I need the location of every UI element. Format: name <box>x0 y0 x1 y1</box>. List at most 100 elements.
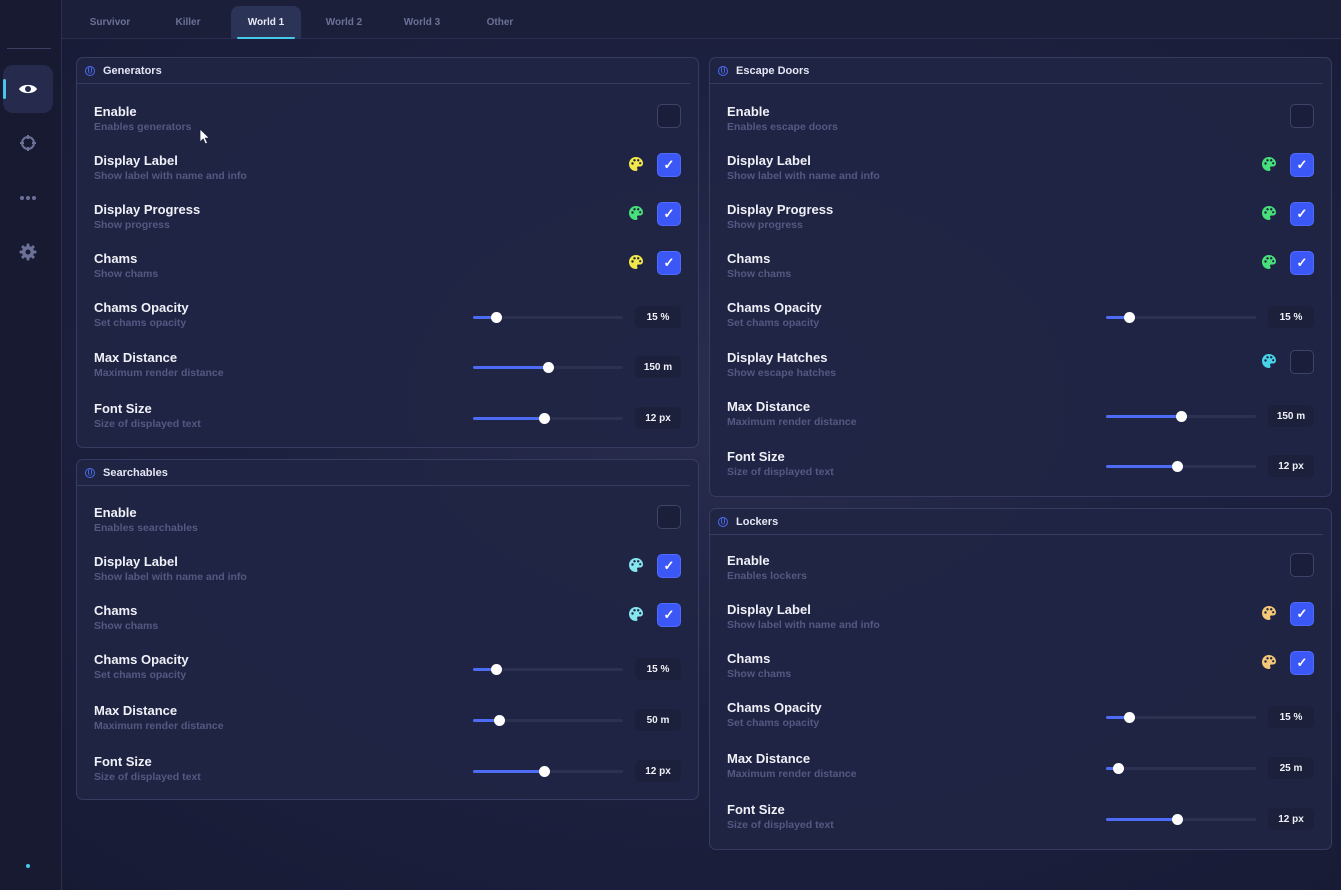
max-distance-slider[interactable] <box>473 362 623 373</box>
slider-handle[interactable] <box>490 312 502 323</box>
slider-handle[interactable] <box>490 664 502 675</box>
escape-doors-enable-checkbox[interactable] <box>1290 104 1314 128</box>
tab-world-3[interactable]: World 3 <box>387 6 457 39</box>
slider-handle[interactable] <box>1123 712 1135 723</box>
palette-icon[interactable] <box>1261 156 1277 172</box>
palette-icon[interactable] <box>1261 654 1277 670</box>
generators-display-progress-checkbox[interactable]: ✓ <box>657 202 681 226</box>
escape-doors-display-label-checkbox[interactable]: ✓ <box>1290 153 1314 177</box>
option-description: Show label with name and info <box>727 619 880 631</box>
slider-handle[interactable] <box>543 362 554 373</box>
generators-display-label-row: Display Label Show label with name and i… <box>77 153 698 193</box>
option-description: Maximum render distance <box>94 720 224 732</box>
palette-icon[interactable] <box>628 606 644 622</box>
max-distance-slider[interactable] <box>1106 763 1256 774</box>
generators-enable-checkbox[interactable] <box>657 104 681 128</box>
chams-opacity-slider[interactable] <box>473 312 623 323</box>
slider-handle[interactable] <box>1176 411 1187 422</box>
font-size-slider[interactable] <box>473 413 623 424</box>
option-title: Enable <box>94 505 137 520</box>
option-description: Maximum render distance <box>727 768 857 780</box>
lockers-chams-checkbox[interactable]: ✓ <box>1290 651 1314 675</box>
palette-icon[interactable] <box>628 205 644 221</box>
palette-icon[interactable] <box>1261 205 1277 221</box>
slider-handle[interactable] <box>1171 461 1183 472</box>
max-distance-slider[interactable] <box>1106 411 1256 422</box>
option-title: Enable <box>94 104 137 119</box>
option-description: Enables generators <box>94 121 192 133</box>
palette-icon[interactable] <box>628 557 644 573</box>
font-size-slider[interactable] <box>1106 814 1256 825</box>
option-title: Display Progress <box>94 202 201 217</box>
sidebar-item-visuals[interactable] <box>3 65 53 113</box>
lockers-enable-row: Enable Enables lockers <box>710 553 1331 593</box>
palette-icon[interactable] <box>1261 353 1277 369</box>
tab-world-2[interactable]: World 2 <box>309 6 379 39</box>
mouse-cursor-icon <box>199 128 211 145</box>
sidebar-item-settings[interactable] <box>3 228 53 276</box>
slider-fill <box>473 366 548 369</box>
searchables-enable-checkbox[interactable] <box>657 505 681 529</box>
lockers-font-size-row: Font Size Size of displayed text 12 px <box>710 802 1331 842</box>
tab-world-1[interactable]: World 1 <box>231 6 301 39</box>
panel-title: Escape Doors <box>736 64 810 77</box>
lockers-display-label-checkbox[interactable]: ✓ <box>1290 602 1314 626</box>
palette-icon[interactable] <box>628 156 644 172</box>
tab-other[interactable]: Other <box>465 6 535 39</box>
slider-value: 12 px <box>1268 455 1314 477</box>
generators-chams-checkbox[interactable]: ✓ <box>657 251 681 275</box>
slider-handle[interactable] <box>1123 312 1135 323</box>
searchables-chams-checkbox[interactable]: ✓ <box>657 603 681 627</box>
option-description: Size of displayed text <box>94 418 201 430</box>
slider-value: 15 % <box>1268 706 1314 728</box>
option-title: Font Size <box>727 802 785 817</box>
palette-icon[interactable] <box>628 254 644 270</box>
option-description: Maximum render distance <box>94 367 224 379</box>
searchables-chams-row: Chams Show chams ✓ <box>77 603 698 643</box>
slider-handle[interactable] <box>493 715 505 726</box>
slider-value: 25 m <box>1268 757 1314 779</box>
option-description: Set chams opacity <box>727 317 820 329</box>
sidebar-item-misc[interactable] <box>3 174 53 222</box>
slider-handle[interactable] <box>1113 763 1124 774</box>
tab-survivor[interactable]: Survivor <box>75 6 145 39</box>
slider-value: 12 px <box>1268 808 1314 830</box>
option-description: Show label with name and info <box>94 571 247 583</box>
font-size-slider[interactable] <box>473 766 623 777</box>
palette-icon[interactable] <box>1261 254 1277 270</box>
option-title: Chams <box>727 251 771 266</box>
option-description: Size of displayed text <box>727 466 834 478</box>
chams-opacity-slider[interactable] <box>473 664 623 675</box>
slider-handle[interactable] <box>538 766 550 777</box>
slider-handle[interactable] <box>538 413 550 424</box>
option-title: Max Distance <box>94 350 178 365</box>
option-title: Enable <box>727 553 770 568</box>
max-distance-slider[interactable] <box>473 715 623 726</box>
sidebar-item-aim[interactable] <box>3 119 53 167</box>
chams-opacity-slider[interactable] <box>1106 312 1256 323</box>
tab-killer[interactable]: Killer <box>153 6 223 39</box>
palette-icon[interactable] <box>1261 605 1277 621</box>
option-description: Show chams <box>727 268 792 280</box>
escape-doors-display-progress-checkbox[interactable]: ✓ <box>1290 202 1314 226</box>
escape-doors-display-hatches-checkbox[interactable] <box>1290 350 1314 374</box>
lockers-panel: Lockers Enable Enables lockers Display L… <box>709 508 1332 850</box>
option-title: Chams Opacity <box>727 300 822 315</box>
panel-header: Generators <box>77 58 690 84</box>
status-dot <box>26 864 30 868</box>
option-description: Enables escape doors <box>727 121 838 133</box>
slider-handle[interactable] <box>1171 814 1183 825</box>
option-title: Font Size <box>727 449 785 464</box>
searchables-max-distance-row: Max Distance Maximum render distance 50 … <box>77 703 698 743</box>
searchables-chams-opacity-row: Chams Opacity Set chams opacity 15 % <box>77 652 698 692</box>
generators-panel: Generators Enable Enables generators Dis… <box>76 57 699 448</box>
chams-opacity-slider[interactable] <box>1106 712 1256 723</box>
slider-fill <box>1106 465 1177 468</box>
lockers-enable-checkbox[interactable] <box>1290 553 1314 577</box>
searchables-display-label-checkbox[interactable]: ✓ <box>657 554 681 578</box>
font-size-slider[interactable] <box>1106 461 1256 472</box>
option-description: Set chams opacity <box>94 317 187 329</box>
more-icon <box>20 196 36 200</box>
escape-doors-chams-checkbox[interactable]: ✓ <box>1290 251 1314 275</box>
generators-display-label-checkbox[interactable]: ✓ <box>657 153 681 177</box>
